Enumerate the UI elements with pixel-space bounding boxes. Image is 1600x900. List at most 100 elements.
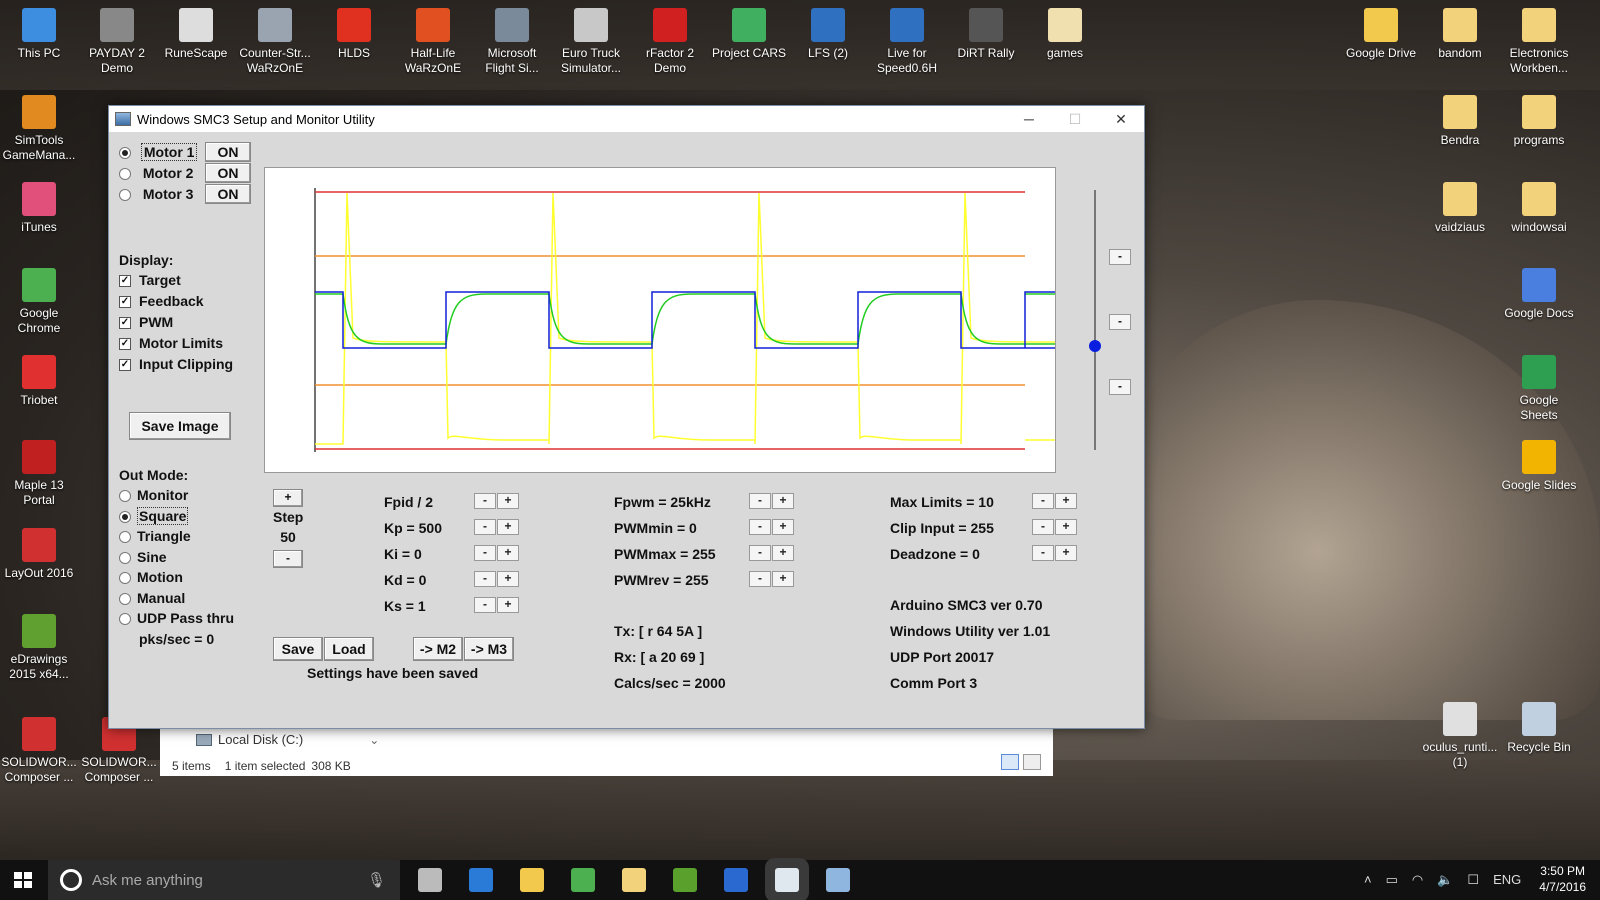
decrement-button[interactable]: - [474,545,496,561]
desktop-icon[interactable]: This PC [0,8,78,61]
edge-icon[interactable] [469,868,493,892]
desktop-icon[interactable]: SimTools GameMana... [0,95,78,163]
desktop-icon[interactable]: Counter-Str... WaRzOnE [236,8,314,76]
desktop-icon[interactable]: Project CARS [710,8,788,61]
desktop-icon[interactable]: HLDS [315,8,393,61]
motor-3-radio[interactable] [119,189,131,202]
motor-limits-checkbox[interactable]: ✓ [119,338,131,351]
desktop-icon[interactable]: Google Slides [1500,440,1578,493]
file-explorer-icon[interactable] [520,868,544,892]
increment-button[interactable]: + [772,493,794,509]
motor-2-on-button[interactable]: ON [205,163,251,183]
display-option[interactable]: ✓ PWM [119,314,233,335]
sine-radio[interactable] [119,551,131,564]
folder-icon[interactable] [622,868,646,892]
explorer-location[interactable]: Local Disk (C:) ⌄ [196,732,379,747]
increment-button[interactable]: + [772,519,794,535]
desktop-icon[interactable]: Google Drive [1342,8,1420,61]
start-button[interactable] [14,872,32,888]
desktop-icon[interactable]: Maple 13 Portal [0,440,78,508]
mode-option[interactable]: Monitor [119,487,234,508]
increment-button[interactable]: + [1055,545,1077,561]
pwm-checkbox[interactable]: ✓ [119,317,131,330]
mode-option[interactable]: Sine [119,549,234,570]
wifi-icon[interactable]: ◠ [1412,872,1423,888]
desktop-icon[interactable]: LFS (2) [789,8,867,61]
mode-option[interactable]: UDP Pass thru [119,610,234,631]
mode-option[interactable]: Motion [119,569,234,590]
triangle-radio[interactable] [119,531,131,544]
increment-button[interactable]: + [497,597,519,613]
motor-2-radio[interactable] [119,168,131,181]
desktop-icon[interactable]: Google Sheets [1500,355,1578,423]
save-button[interactable]: Save [273,637,323,661]
decrement-button[interactable]: - [1032,519,1054,535]
desktop-icon[interactable]: Microsoft Flight Si... [473,8,551,76]
copy-to-m3-button[interactable]: -> M3 [464,637,514,661]
step-minus-button[interactable]: - [273,550,303,568]
desktop-icon[interactable]: Google Docs [1500,268,1578,321]
battery-icon[interactable]: ▭ [1386,872,1398,888]
task-view-icon[interactable] [418,868,442,892]
mode-option[interactable]: Manual [119,590,234,611]
desktop-icon[interactable]: RuneScape [157,8,235,61]
motor-2-label[interactable]: Motor 2 [141,165,196,181]
scale-minus-button[interactable]: - [1109,314,1131,330]
target-checkbox[interactable]: ✓ [119,275,131,288]
decrement-button[interactable]: - [474,493,496,509]
motor-1-label[interactable]: Motor 1 [140,143,198,161]
save-image-button[interactable]: Save Image [129,412,231,440]
notification-icon[interactable]: ☐ [1467,872,1479,888]
motor-3-label[interactable]: Motor 3 [141,186,196,202]
decrement-button[interactable]: - [749,519,771,535]
increment-button[interactable]: + [1055,493,1077,509]
motion-radio[interactable] [119,572,131,585]
desktop-icon[interactable]: Half-Life WaRzOnE [394,8,472,76]
increment-button[interactable]: + [497,493,519,509]
minimize-button[interactable]: ─ [1006,106,1052,132]
file-explorer-window[interactable]: Local Disk (C:) ⌄ 5 items 1 item selecte… [160,726,1053,776]
monitor-radio[interactable] [119,490,131,503]
desktop-icon[interactable]: Bendra [1421,95,1499,148]
title-bar[interactable]: Windows SMC3 Setup and Monitor Utility ─… [109,106,1144,132]
microphone-icon[interactable]: 🎙 [367,871,386,889]
square-radio[interactable] [119,510,131,523]
desktop-icon[interactable]: rFactor 2 Demo [631,8,709,76]
desktop-icon[interactable]: LayOut 2016 [0,528,78,581]
step-plus-button[interactable]: + [273,489,303,507]
desktop-icon[interactable]: DiRT Rally [947,8,1025,61]
cortana-search-box[interactable]: Ask me anything 🎙 [48,860,400,900]
decrement-button[interactable]: - [1032,493,1054,509]
desktop-icon[interactable]: Euro Truck Simulator... [552,8,630,76]
decrement-button[interactable]: - [749,493,771,509]
load-button[interactable]: Load [324,637,374,661]
language-indicator[interactable]: ENG [1493,872,1521,888]
close-button[interactable]: ✕ [1098,106,1144,132]
desktop-icon[interactable]: eDrawings 2015 x64... [0,614,78,682]
decrement-button[interactable]: - [474,571,496,587]
desktop-icon[interactable]: Recycle Bin [1500,702,1578,755]
details-view-icon[interactable] [1001,754,1019,770]
increment-button[interactable]: + [497,545,519,561]
desktop-icon[interactable]: Triobet [0,355,78,408]
motor-1-radio[interactable] [119,147,131,160]
manual-radio[interactable] [119,592,131,605]
mode-option[interactable]: Square [119,506,234,529]
increment-button[interactable]: + [497,571,519,587]
decrement-button[interactable]: - [749,571,771,587]
motor-1-on-button[interactable]: ON [205,142,251,162]
desktop-icon[interactable]: windowsai [1500,182,1578,235]
decrement-button[interactable]: - [474,597,496,613]
scale-minus-button[interactable]: - [1109,249,1131,265]
decrement-button[interactable]: - [474,519,496,535]
smc3-app-icon[interactable] [775,868,799,892]
chevron-up-icon[interactable]: ˄ [1364,872,1372,888]
slider-knob[interactable] [1089,340,1101,352]
increment-button[interactable]: + [772,545,794,561]
utorrent-icon[interactable] [673,868,697,892]
desktop-icon[interactable]: iTunes [0,182,78,235]
scale-minus-button[interactable]: - [1109,379,1131,395]
decrement-button[interactable]: - [1032,545,1054,561]
display-option[interactable]: ✓ Input Clipping [119,356,233,377]
desktop-icon[interactable]: games [1026,8,1104,61]
